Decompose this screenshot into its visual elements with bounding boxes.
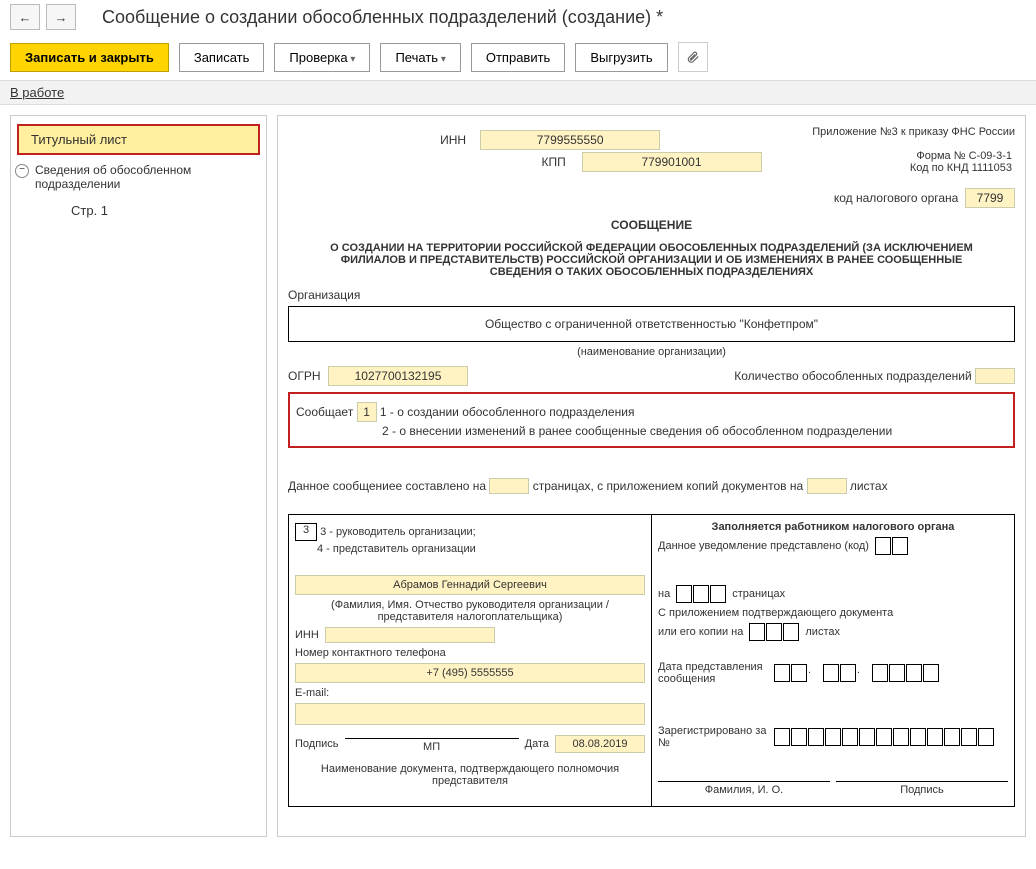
taxcode-field[interactable]: 7799	[965, 188, 1015, 208]
mp-label: МП	[345, 741, 519, 753]
save-close-button[interactable]: Записать и закрыть	[10, 43, 169, 72]
right-date-label: Дата представления сообщения	[658, 661, 768, 685]
org-caption: (наименование организации)	[288, 346, 1015, 358]
expander-icon[interactable]: −	[15, 164, 29, 178]
attachment-icon[interactable]	[678, 42, 708, 72]
sign-label: Подпись	[295, 738, 339, 750]
status-link[interactable]: В работе	[10, 85, 64, 100]
ogrn-label: ОГРН	[288, 369, 328, 383]
pages-field-2[interactable]	[807, 478, 847, 494]
reports-text-2: 2 - о внесении изменений в ранее сообщен…	[382, 424, 892, 438]
send-button[interactable]: Отправить	[471, 43, 565, 72]
reports-field[interactable]: 1	[357, 402, 377, 422]
nav-forward-button[interactable]: →	[46, 4, 76, 30]
ogrn-field[interactable]: 1027700132195	[328, 366, 468, 386]
right-copy-b: листах	[805, 626, 840, 638]
date-label: Дата	[525, 738, 549, 750]
knd-code: Код по КНД 1111053	[910, 162, 1012, 174]
signer-column: 3 3 - руководитель организации; 4 - пред…	[288, 514, 651, 807]
pages-field-1[interactable]	[489, 478, 529, 494]
right-date-boxes: ..	[774, 664, 939, 682]
count-field[interactable]	[975, 368, 1015, 384]
inn-label: ИНН	[440, 133, 480, 147]
pages-label-3: листах	[850, 479, 888, 493]
inn-field[interactable]: 7799555550	[480, 130, 660, 150]
pages-label-2: страницах, с приложением копий документо…	[533, 479, 803, 493]
fio-caption: (Фамилия, Имя. Отчество руководителя орг…	[295, 599, 645, 623]
right-reg-boxes	[774, 728, 994, 746]
phone-label: Номер контактного телефона	[295, 647, 645, 659]
signer-text-1: 3 - руководитель организации;	[320, 526, 476, 538]
right-sign-caption: Подпись	[836, 784, 1008, 796]
window-title: Сообщение о создании обособленных подраз…	[102, 7, 663, 28]
right-attach-label: С приложением подтверждающего документа	[658, 607, 1008, 619]
sidebar-item-title-page[interactable]: Титульный лист	[17, 124, 260, 155]
print-button[interactable]: Печать	[380, 43, 460, 72]
inn2-field[interactable]	[325, 627, 495, 643]
signer-text-2: 4 - представитель организации	[295, 543, 645, 555]
right-title: Заполняется работником налогового органа	[658, 521, 1008, 533]
right-pages-boxes	[676, 585, 726, 603]
doc-name-caption: Наименование документа, подтверждающего …	[295, 763, 645, 787]
taxcode-label: код налогового органа	[834, 191, 959, 205]
form-title-2: О СОЗДАНИИ НА ТЕРРИТОРИИ РОССИЙСКОЙ ФЕДЕ…	[288, 242, 1015, 278]
reports-label: Сообщает	[296, 405, 353, 419]
date-field[interactable]: 08.08.2019	[555, 735, 645, 753]
org-name-box[interactable]: Общество с ограниченной ответственностью…	[288, 306, 1015, 342]
email-field[interactable]	[295, 703, 645, 725]
save-button[interactable]: Записать	[179, 43, 265, 72]
right-reg-label: Зарегистрировано за №	[658, 725, 768, 749]
right-pages-b: страницах	[732, 588, 785, 600]
right-code-boxes	[875, 537, 908, 555]
nav-back-button[interactable]: ←	[10, 4, 40, 30]
right-fio-caption: Фамилия, И. О.	[658, 784, 830, 796]
form-content: Приложение №3 к приказу ФНС России ИНН 7…	[277, 115, 1026, 837]
sidebar: Титульный лист − Сведения об обособленно…	[10, 115, 267, 837]
sidebar-item-details[interactable]: − Сведения об обособленном подразделении	[11, 157, 266, 197]
phone-field[interactable]: +7 (495) 5555555	[295, 663, 645, 683]
export-button[interactable]: Выгрузить	[575, 43, 667, 72]
reports-section: Сообщает 1 1 - о создании обособленного …	[288, 392, 1015, 448]
kpp-field[interactable]: 779901001	[582, 152, 762, 172]
signer-code-field[interactable]: 3	[295, 523, 317, 541]
org-label: Организация	[288, 288, 1015, 302]
email-label: E-mail:	[295, 687, 645, 699]
check-button[interactable]: Проверка	[274, 43, 370, 72]
appendix-label: Приложение №3 к приказу ФНС России	[812, 126, 1015, 138]
sidebar-item-page1[interactable]: Стр. 1	[11, 197, 266, 224]
tax-worker-column: Заполняется работником налогового органа…	[651, 514, 1015, 807]
fio-field[interactable]: Абрамов Геннадий Сергеевич	[295, 575, 645, 595]
right-pages-a: на	[658, 588, 670, 600]
inn2-label: ИНН	[295, 629, 319, 641]
count-label: Количество обособленных подразделений	[734, 369, 971, 383]
form-title-1: СООБЩЕНИЕ	[288, 218, 1015, 232]
pages-label-1: Данное сообщениее составлено на	[288, 479, 486, 493]
reports-text-1: 1 - о создании обособленного подразделен…	[380, 405, 635, 419]
right-copy-boxes	[749, 623, 799, 641]
form-number: Форма № С-09-3-1	[910, 150, 1012, 162]
right-code-label: Данное уведомление представлено (код)	[658, 540, 869, 552]
right-copy-a: или его копии на	[658, 626, 743, 638]
kpp-label: КПП	[542, 155, 582, 169]
